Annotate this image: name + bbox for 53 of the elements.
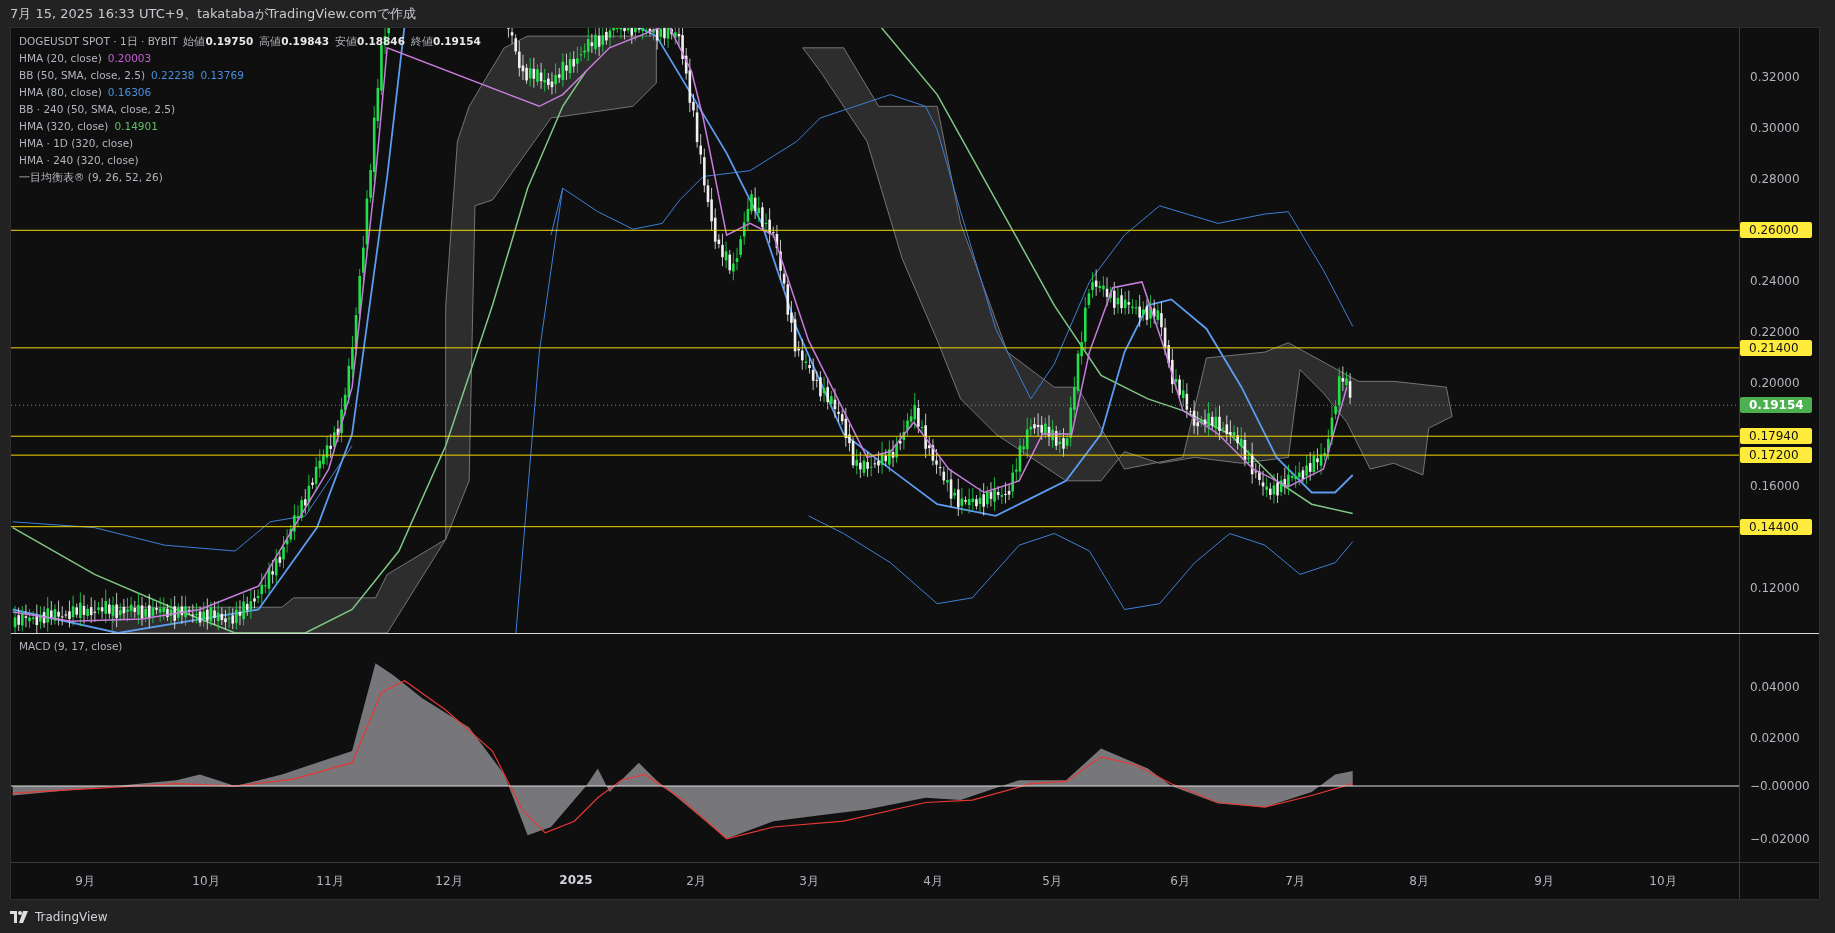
- price-level-tag: 0.21400: [1740, 339, 1812, 356]
- ohlc-value: 始値0.19750: [183, 34, 254, 49]
- price-tick-label: 0.30000: [1750, 121, 1800, 135]
- price-tick-label: 0.22000: [1750, 325, 1800, 339]
- indicator-label: BB (50, SMA, close, 2.5): [19, 68, 145, 83]
- symbol-label: DOGEUSDT SPOT · 1日 · BYBIT: [19, 34, 178, 49]
- price-level-tag: 0.26000: [1740, 222, 1812, 239]
- price-level-tag: 0.14400: [1740, 518, 1812, 535]
- indicator-label: HMA (320, close): [19, 119, 109, 134]
- month-label: 5月: [1042, 873, 1062, 890]
- macd-tick-label: 0.02000: [1750, 731, 1800, 745]
- indicator-label: HMA · 240 (320, close): [19, 153, 139, 168]
- month-label: 4月: [923, 873, 943, 890]
- month-label: 9月: [75, 873, 95, 890]
- indicator-value: 0.16306: [107, 85, 152, 100]
- chart-caption: 7月 15, 2025 16:33 UTC+9、takatabaがTradingView.comで作成: [9, 4, 417, 23]
- ohlc-value: 終値0.19154: [410, 34, 481, 49]
- macd-tick-label: −0.00000: [1750, 779, 1810, 793]
- month-label: 8月: [1409, 873, 1429, 890]
- price-tick-label: 0.24000: [1750, 274, 1800, 288]
- price-tick-label: 0.16000: [1750, 479, 1800, 493]
- macd-tick-label: −0.02000: [1750, 832, 1810, 846]
- year-label: 2025: [559, 873, 593, 887]
- month-label: 12月: [435, 873, 463, 890]
- indicator-value: 0.20003: [107, 51, 152, 66]
- month-label: 10月: [192, 873, 220, 890]
- month-label: 3月: [799, 873, 819, 890]
- month-label: 2月: [686, 873, 706, 890]
- indicator-label: 一目均衡表® (9, 26, 52, 26): [19, 170, 163, 185]
- indicator-label: BB · 240 (50, SMA, close, 2.5): [19, 102, 176, 117]
- month-label: 7月: [1285, 873, 1305, 890]
- month-label: 6月: [1170, 873, 1190, 890]
- price-tick-label: 0.20000: [1750, 376, 1800, 390]
- month-label: 11月: [316, 873, 344, 890]
- indicator-value: 0.14901: [114, 119, 158, 134]
- ohlc-value: 高値0.19843: [259, 34, 330, 49]
- month-label: 10月: [1649, 873, 1677, 890]
- macd-label: MACD (9, 17, close): [19, 640, 123, 652]
- tradingview-logo-icon: [10, 910, 30, 923]
- indicator-label: HMA · 1D (320, close): [19, 136, 134, 151]
- month-label: 9月: [1534, 873, 1554, 890]
- last-price-tag: 0.19154: [1740, 397, 1812, 414]
- indicator-label: HMA (80, close): [19, 85, 102, 100]
- indicator-value: 0.22238: [151, 68, 195, 83]
- indicator-label: HMA (20, close): [19, 51, 102, 66]
- price-level-tag: 0.17200: [1740, 447, 1812, 464]
- macd-tick-label: 0.04000: [1750, 680, 1800, 694]
- price-level-tag: 0.17940: [1740, 428, 1812, 445]
- brand-name: TradingView: [35, 909, 108, 924]
- price-tick-label: 0.28000: [1750, 172, 1800, 186]
- price-tick-label: 0.32000: [1750, 70, 1800, 84]
- price-tick-label: 0.12000: [1750, 581, 1800, 595]
- indicator-value: 0.13769: [200, 68, 244, 83]
